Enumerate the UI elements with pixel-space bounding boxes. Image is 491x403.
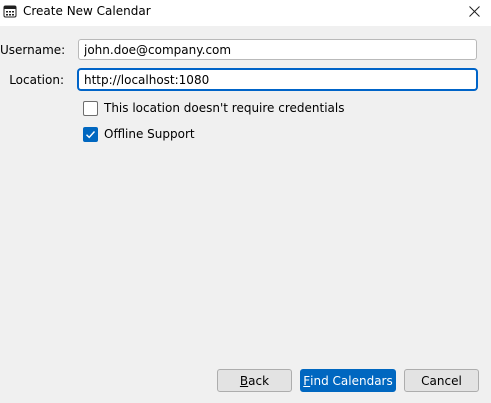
close-icon: [468, 6, 480, 20]
offline-support-label[interactable]: Offline Support: [104, 127, 195, 141]
location-input[interactable]: [78, 69, 477, 90]
find-calendars-button[interactable]: Find Calendars: [300, 369, 396, 392]
back-mnemonic: B: [239, 373, 249, 388]
find-mnemonic: F: [303, 373, 311, 388]
calendar-icon: [3, 4, 17, 18]
no-credentials-checkbox[interactable]: [83, 101, 98, 116]
username-label: Username:: [0, 43, 66, 57]
back-button[interactable]: Back: [217, 369, 292, 392]
offline-support-checkbox[interactable]: [83, 127, 98, 142]
no-credentials-label[interactable]: This location doesn't require credential…: [104, 101, 345, 115]
find-label-rest: ind Calendars: [310, 373, 393, 388]
back-label-rest: ack: [248, 373, 270, 388]
location-label: Location:: [9, 73, 64, 87]
window-title: Create New Calendar: [23, 4, 151, 18]
cancel-button[interactable]: Cancel: [404, 369, 479, 392]
title-bar: Create New Calendar: [0, 0, 491, 26]
username-input[interactable]: [78, 39, 477, 60]
close-button[interactable]: [457, 0, 491, 26]
